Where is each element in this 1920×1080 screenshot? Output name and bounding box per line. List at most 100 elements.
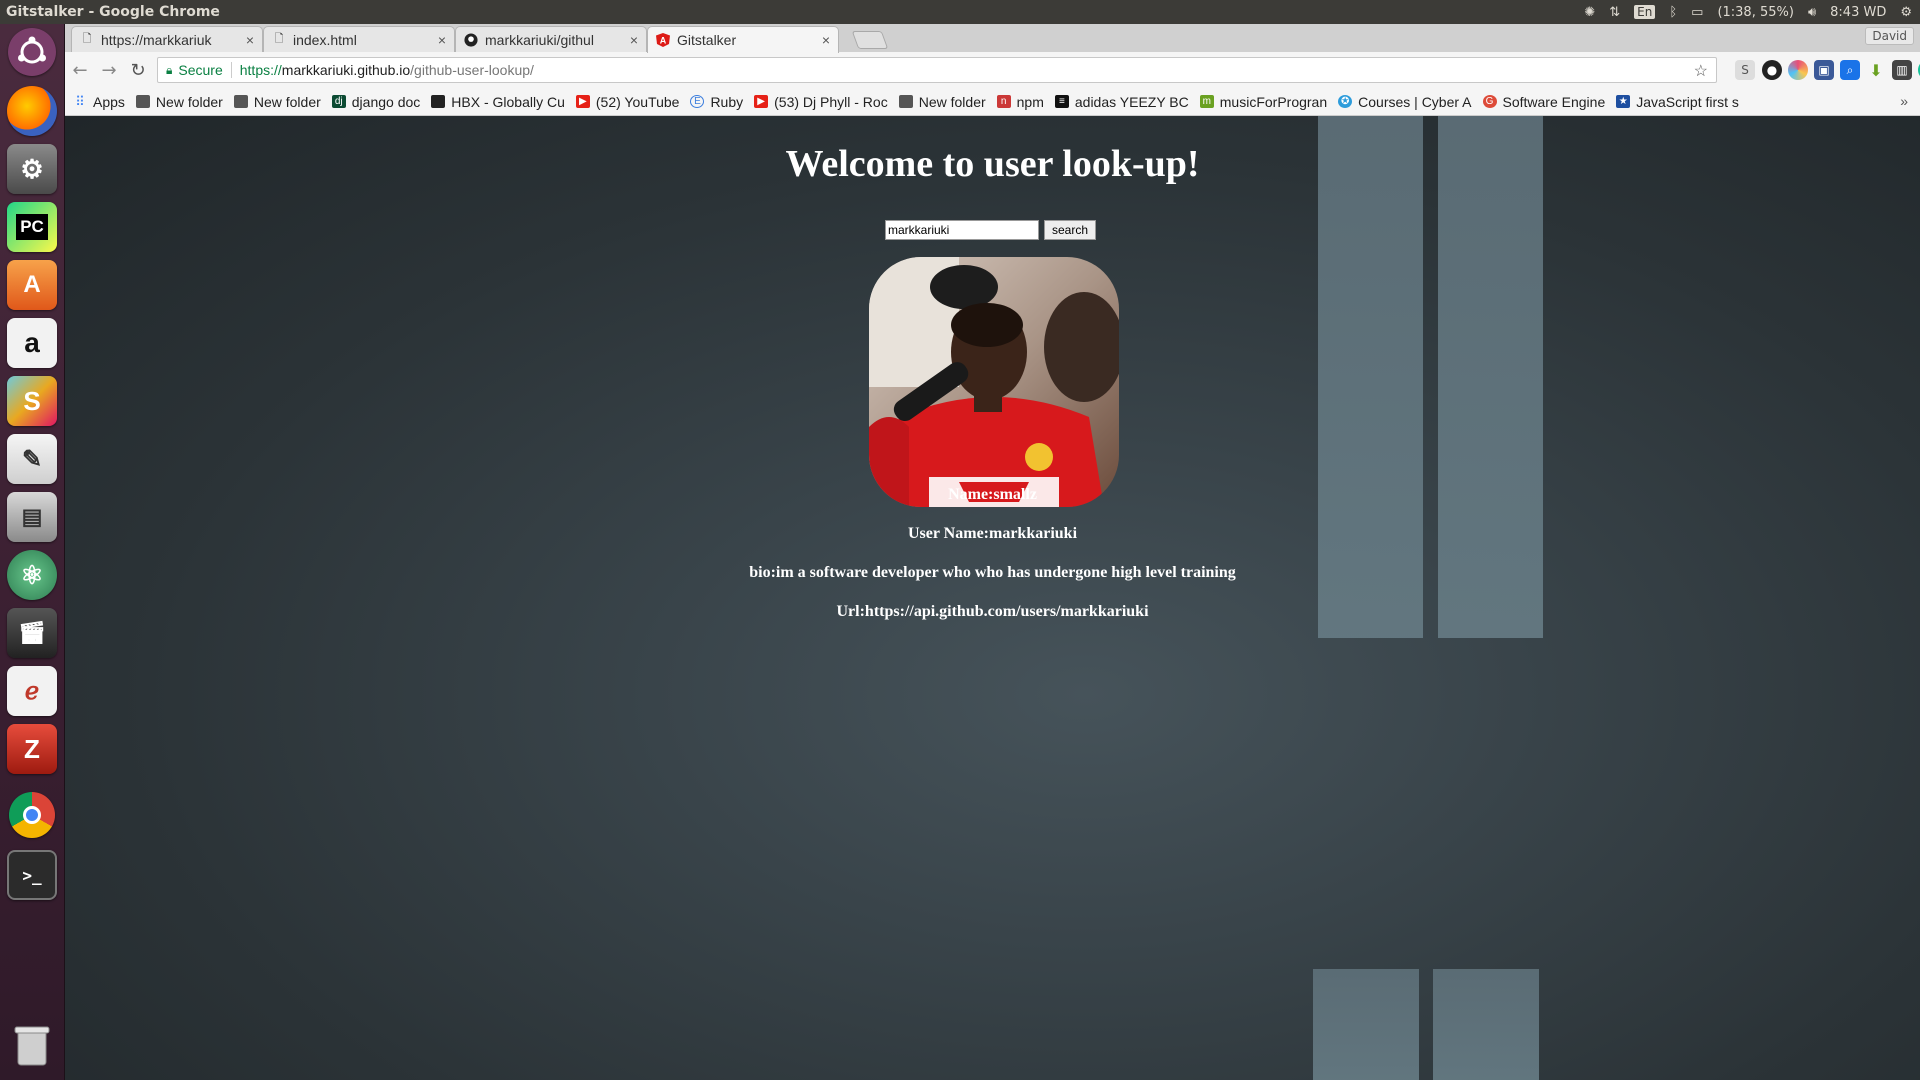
clock[interactable]: 8:43 WD <box>1830 5 1886 20</box>
apps-grid-icon: ⠿ <box>75 93 85 109</box>
user-api-url: Url:https://api.github.com/users/markkar… <box>836 603 1149 620</box>
system-settings-icon[interactable]: ⚙ <box>7 144 57 194</box>
tab-label: markkariuki/githul <box>485 31 594 48</box>
bookmark-label: HBX - Globally Cu <box>451 93 565 110</box>
extension-s-icon[interactable]: S <box>1735 60 1755 80</box>
bookmark-label: New folder <box>918 93 986 110</box>
amazon-icon[interactable]: a <box>7 318 57 368</box>
bookmark-hbx[interactable]: HBX - Globally Cu <box>431 94 565 110</box>
unity-launcher: ⚙ PC A a S ✎ ▤ ⚛ 🎬︎ ℯ Z >_ <box>0 24 65 1080</box>
tab-index-html[interactable]: 🗋 index.html × <box>263 26 455 52</box>
bookmark-music[interactable]: m musicForProgran <box>1199 94 1327 110</box>
bookmark-courses[interactable]: ✪ Courses | Cyber A <box>1338 94 1472 110</box>
chrome-icon[interactable] <box>9 792 55 838</box>
system-tray: ✺ ⇅ En ᛒ ▭ (1:38, 55%) 🔊︎ 8:43 WD ⚙ <box>1584 5 1920 20</box>
video-editor-icon[interactable]: 🎬︎ <box>7 608 57 658</box>
address-bar[interactable]: 🔒︎ Secure https:// markkariuki.github.io… <box>157 57 1717 83</box>
user-login: User Name:markkariuki <box>907 525 1078 542</box>
close-icon[interactable]: × <box>630 32 638 48</box>
background-panel <box>1313 969 1419 1080</box>
extension-image-icon[interactable]: ▣ <box>1814 60 1834 80</box>
page-viewport: Welcome to user look-up! search <box>65 116 1920 1080</box>
tab-label: index.html <box>293 31 357 48</box>
tab-gitstalker[interactable]: A Gitstalker × <box>647 26 839 53</box>
volume-icon[interactable]: 🔊︎ <box>1808 5 1816 20</box>
bookmark-adidas[interactable]: ≡ adidas YEEZY BC <box>1054 94 1189 110</box>
software-center-icon[interactable]: A <box>7 260 57 310</box>
extension-search-icon[interactable]: ⌕ <box>1840 60 1860 80</box>
bookmark-software-engine[interactable]: G Software Engine <box>1482 94 1605 110</box>
bookmark-folder[interactable]: New folder <box>898 93 986 110</box>
pdf-reader-icon[interactable]: ℯ <box>7 666 57 716</box>
pycharm-icon[interactable]: PC <box>7 202 57 252</box>
terminal-icon[interactable]: >_ <box>7 850 57 900</box>
bookmarks-bar: ⠿ Apps New folder New folder dj django d… <box>65 88 1920 116</box>
session-gear-icon[interactable]: ⚙ <box>1900 5 1912 20</box>
bookmark-label: Apps <box>93 93 125 110</box>
bluetooth-icon[interactable]: ᛒ <box>1669 5 1677 20</box>
firefox-icon[interactable] <box>7 86 57 136</box>
extension-dark-icon[interactable]: ● <box>1762 60 1782 80</box>
file-manager-icon[interactable]: ▤ <box>7 492 57 542</box>
bookmark-javascript[interactable]: ★ JavaScript first s <box>1616 94 1739 110</box>
tab-label: https://markkariuk <box>101 31 212 48</box>
network-settings-icon[interactable]: ✺ <box>1584 5 1595 20</box>
bookmark-npm[interactable]: n npm <box>996 94 1044 110</box>
tab-github-repo[interactable]: markkariuki/githul × <box>455 26 647 52</box>
url-scheme: https:// <box>239 62 282 78</box>
browser-toolbar: ← → ↻ 🔒︎ Secure https:// markkariuki.git… <box>65 52 1920 88</box>
keyboard-layout-indicator[interactable]: En <box>1634 5 1656 19</box>
bookmark-label: Ruby <box>710 93 744 110</box>
reload-icon[interactable]: ↻ <box>124 56 152 84</box>
bookmark-youtube[interactable]: ▶ (52) YouTube <box>575 93 680 110</box>
bookmark-folder[interactable]: New folder <box>135 93 223 110</box>
window-title: Gitstalker - Google Chrome <box>6 4 220 20</box>
more-bookmarks-icon[interactable]: » <box>1900 93 1908 109</box>
ubuntu-dash-icon[interactable] <box>8 28 56 76</box>
youtube-icon: ▶ <box>754 95 769 108</box>
new-tab-button[interactable] <box>851 31 889 49</box>
bookmark-youtube-dj[interactable]: ▶ (53) Dj Phyll - Roc <box>754 94 888 110</box>
atom-icon[interactable]: ⚛ <box>7 550 57 600</box>
bookmark-folder[interactable]: New folder <box>233 93 321 110</box>
search-form: search <box>885 220 1097 240</box>
omnibox-divider <box>230 62 232 78</box>
page-title: Welcome to user look-up! <box>785 143 1200 185</box>
filezilla-icon[interactable]: Z <box>7 724 57 774</box>
forward-icon[interactable]: → <box>95 56 123 84</box>
bookmark-ruby[interactable]: E Ruby <box>690 94 743 110</box>
slack-icon[interactable]: S <box>7 376 57 426</box>
page-icon: 🗋 <box>274 33 284 45</box>
close-icon[interactable]: × <box>438 32 446 48</box>
bookmark-apps[interactable]: ⠿ Apps <box>73 94 125 110</box>
close-icon[interactable]: × <box>246 32 254 48</box>
tab-markkariuki-site[interactable]: 🗋 https://markkariuk × <box>71 26 263 52</box>
battery-status[interactable]: (1:38, 55%) <box>1717 5 1794 20</box>
profile-button[interactable]: David <box>1865 27 1914 45</box>
extension-download-icon[interactable]: ⬇ <box>1866 60 1886 80</box>
bookmark-label: New folder <box>155 93 223 110</box>
bookmark-label: (52) YouTube <box>595 93 680 110</box>
bookmark-icon: ★ <box>1616 95 1631 108</box>
svg-text:A: A <box>660 36 667 46</box>
network-transfer-icon[interactable]: ⇅ <box>1609 5 1620 20</box>
search-input[interactable] <box>885 220 1039 240</box>
folder-icon <box>898 95 913 108</box>
user-name: Name:smallz <box>948 486 1037 503</box>
battery-icon[interactable]: ▭ <box>1691 5 1703 20</box>
background-panel <box>1318 116 1423 638</box>
extension-color-icon[interactable] <box>1788 60 1808 80</box>
close-icon[interactable]: × <box>822 32 830 48</box>
trash-icon[interactable] <box>7 1020 57 1070</box>
text-editor-icon[interactable]: ✎ <box>7 434 57 484</box>
browser-window: 🗋 https://markkariuk × 🗋 index.html × ma… <box>65 24 1920 1080</box>
search-button[interactable]: search <box>1044 220 1097 240</box>
bookmark-label: New folder <box>253 93 321 110</box>
bookmark-django-doc[interactable]: dj django doc <box>331 94 420 110</box>
url-path: /github-user-lookup/ <box>410 62 534 78</box>
github-icon <box>464 32 478 47</box>
bookmark-label: JavaScript first s <box>1636 93 1739 110</box>
back-icon[interactable]: ← <box>66 56 94 84</box>
extension-reader-icon[interactable]: ▥ <box>1892 60 1912 80</box>
bookmark-star-icon[interactable]: ☆ <box>1694 61 1708 81</box>
